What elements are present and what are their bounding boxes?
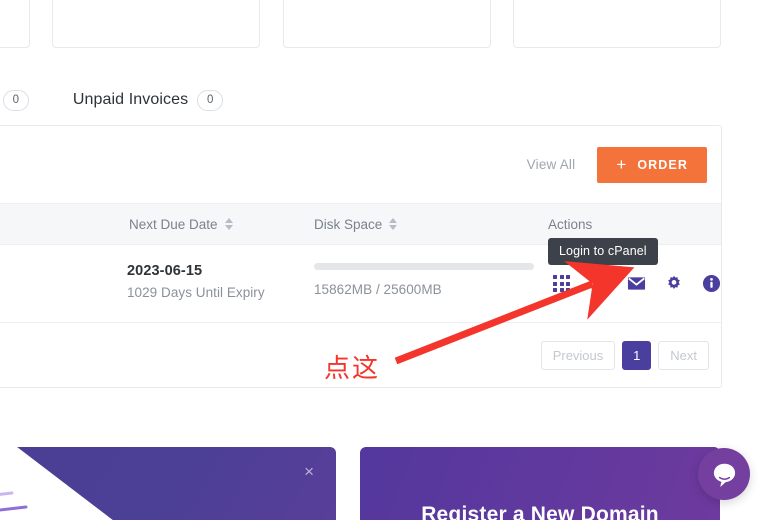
column-header-label: Next Due Date (129, 216, 218, 232)
tooltip-login-to-cpanel: Login to cPanel (548, 238, 658, 271)
chat-bubble-icon[interactable] (698, 448, 750, 500)
laptop-illustration (0, 447, 113, 520)
order-button-label: ORDER (637, 157, 688, 172)
pagination-next[interactable]: Next (658, 340, 709, 370)
pagination-page-1[interactable]: 1 (622, 340, 652, 370)
stat-card[interactable] (0, 0, 30, 48)
days-until-expiry: 1029 Days Until Expiry (127, 285, 265, 300)
disk-usage-value: 15862MB / 25600MB (314, 282, 442, 297)
column-header-actions: Actions (548, 217, 592, 232)
column-header-disk-space[interactable]: Disk Space (314, 216, 398, 232)
plus-icon: + (616, 154, 628, 174)
info-icon[interactable] (702, 274, 721, 293)
annotation-text: 点这 (324, 354, 381, 384)
stat-card[interactable] (513, 0, 721, 48)
cell-actions: cP (553, 274, 721, 293)
tab-tickets[interactable]: ckets 0 (0, 89, 29, 111)
envelope-icon[interactable] (627, 274, 646, 293)
tab-unpaid-invoices-label: Unpaid Invoices (72, 91, 189, 108)
pagination-previous[interactable]: Previous (540, 340, 616, 370)
grid-icon[interactable] (553, 275, 570, 292)
page-root: ckets 0 Unpaid Invoices 0 View All + ORD… (0, 0, 770, 520)
cell-next-due-date: 2023-06-15 1029 Days Until Expiry (127, 263, 265, 300)
chat-bubble-glyph (713, 463, 735, 487)
column-header-label: Disk Space (314, 216, 383, 232)
tab-unpaid-invoices[interactable]: Unpaid Invoices 0 (72, 89, 224, 111)
stat-card[interactable] (52, 0, 260, 48)
cpanel-icon-label: cP (589, 274, 609, 293)
next-due-date-value: 2023-06-15 (127, 263, 203, 279)
stat-cards-row (0, 0, 770, 48)
promo-card-right[interactable]: Register a New Domain (360, 447, 720, 520)
cell-disk-space: 15862MB / 25600MB (314, 263, 542, 297)
column-header-next-due-date[interactable]: Next Due Date (129, 217, 233, 232)
stat-card[interactable] (283, 0, 491, 48)
cpanel-icon[interactable]: cP (589, 274, 609, 293)
card-toolbar: View All + ORDER (0, 126, 721, 203)
view-all-link[interactable]: View All (527, 157, 576, 172)
promo-card-left[interactable]: × (0, 447, 336, 520)
close-icon[interactable]: × (304, 463, 314, 480)
tab-unpaid-invoices-count: 0 (197, 89, 224, 111)
promo-right-title: Register a New Domain (421, 503, 659, 520)
sort-icon[interactable] (224, 218, 233, 230)
disk-usage-bar (314, 263, 534, 270)
order-button[interactable]: + ORDER (597, 146, 707, 183)
gear-icon[interactable] (665, 275, 683, 293)
column-header-label: Actions (548, 216, 593, 232)
tab-tickets-count: 0 (2, 89, 29, 111)
sort-icon[interactable] (389, 218, 398, 230)
tab-bar: ckets 0 Unpaid Invoices 0 (0, 80, 770, 120)
